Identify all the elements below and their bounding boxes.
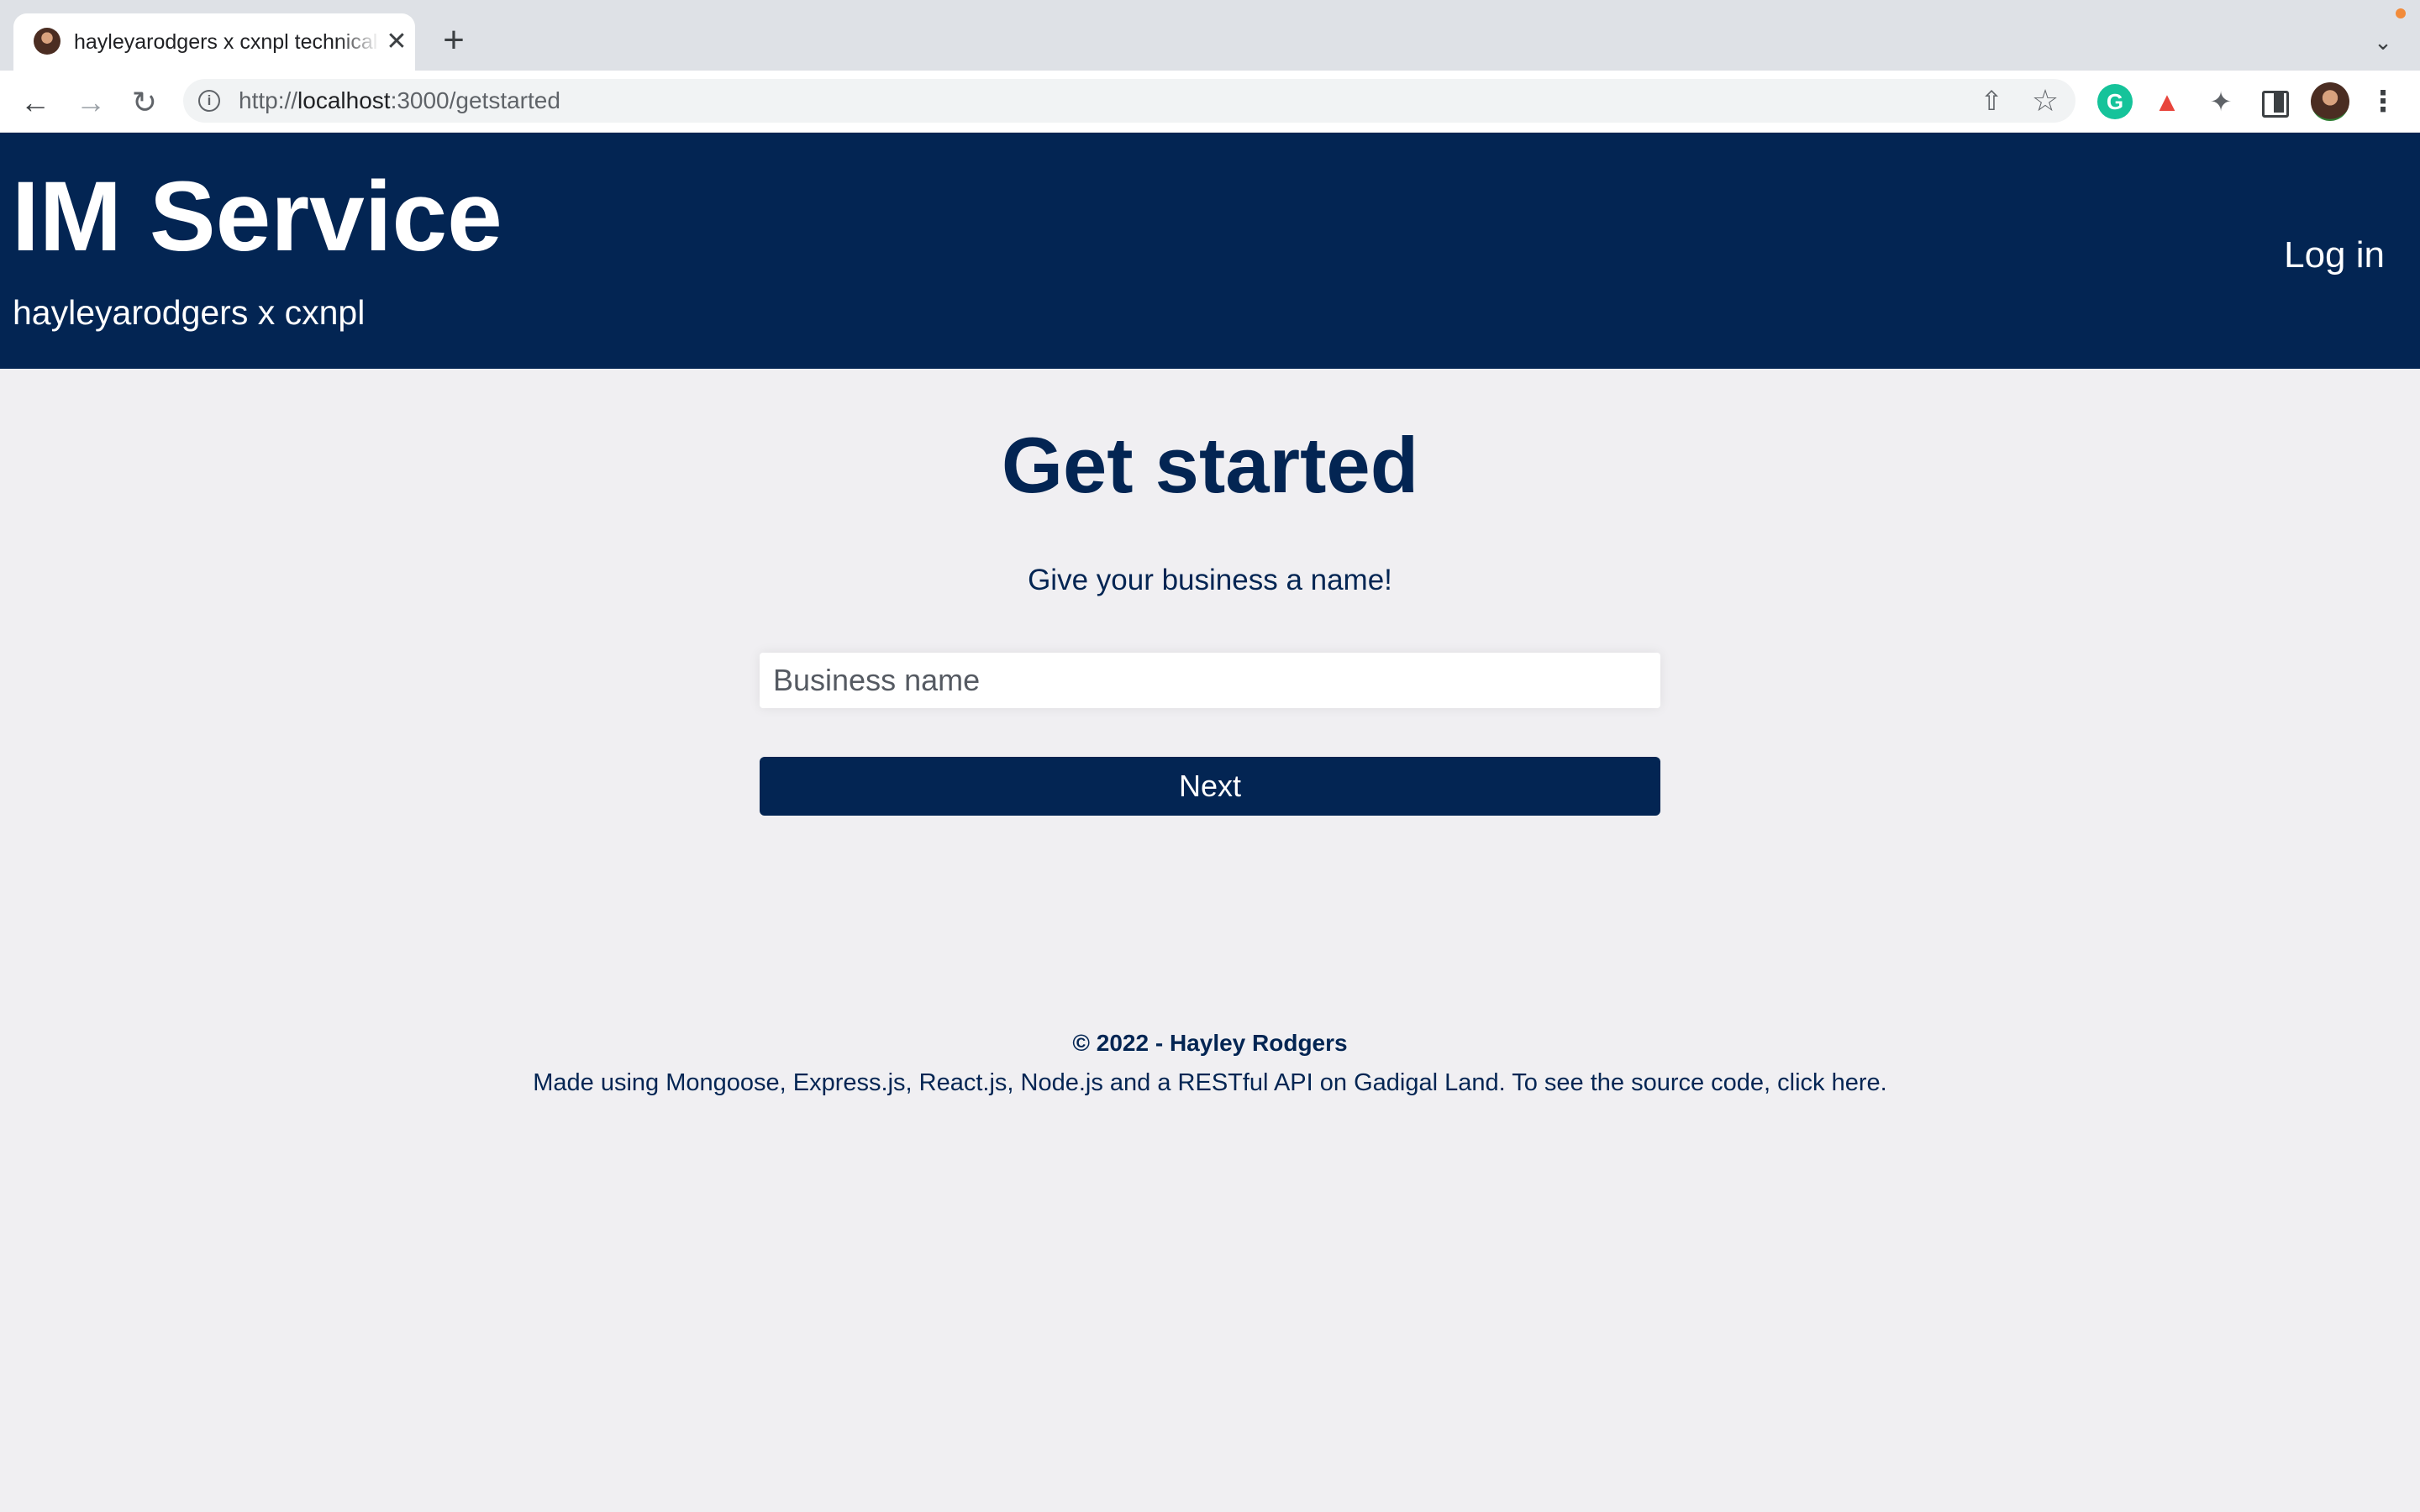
kebab-menu-icon[interactable]: ⋮ bbox=[2368, 84, 2398, 119]
browser-tab[interactable]: hayleyarodgers x cxnpl technical ✕ bbox=[13, 13, 415, 71]
url-scheme: http:// bbox=[239, 87, 298, 113]
url-text[interactable]: http://localhost:3000/getstarted bbox=[239, 79, 560, 123]
close-tab-icon[interactable]: ✕ bbox=[383, 29, 410, 55]
forward-arrow-icon[interactable]: → bbox=[72, 84, 109, 121]
url-host: localhost bbox=[297, 87, 391, 113]
site-header: IM Service hayleyarodgers x cxnpl Log in bbox=[0, 133, 2420, 369]
chevron-down-icon[interactable]: ⌄ bbox=[2366, 25, 2400, 59]
business-name-input[interactable] bbox=[760, 653, 1660, 708]
new-tab-button[interactable]: + bbox=[437, 22, 471, 59]
back-arrow-icon[interactable]: ← bbox=[17, 84, 54, 121]
browser-tabstrip: hayleyarodgers x cxnpl technical ✕ + ⌄ bbox=[0, 0, 2420, 71]
update-indicator bbox=[2396, 8, 2406, 18]
site-title: IM Service bbox=[12, 161, 502, 272]
star-icon[interactable]: ☆ bbox=[2028, 84, 2062, 118]
tab-title: hayleyarodgers x cxnpl technical bbox=[74, 30, 378, 54]
page-title: Get started bbox=[1001, 421, 1419, 509]
info-icon[interactable]: i bbox=[198, 90, 220, 112]
reload-icon[interactable]: ↻ bbox=[126, 84, 163, 121]
side-panel-icon[interactable] bbox=[2257, 84, 2292, 119]
address-bar[interactable]: i http://localhost:3000/getstarted ⇧ ☆ bbox=[183, 79, 2075, 123]
site-subtitle: hayleyarodgers x cxnpl bbox=[13, 293, 366, 332]
profile-avatar[interactable] bbox=[2311, 82, 2349, 121]
url-path: :3000/getstarted bbox=[390, 87, 560, 113]
footer-period: . bbox=[1880, 1069, 1887, 1096]
next-button[interactable]: Next bbox=[760, 757, 1660, 816]
share-icon[interactable]: ⇧ bbox=[1975, 84, 2008, 118]
browser-toolbar: ← → ↻ i http://localhost:3000/getstarted… bbox=[0, 71, 2420, 133]
lighthouse-extension-icon[interactable]: ▲ bbox=[2149, 84, 2185, 119]
favicon-icon bbox=[34, 28, 60, 55]
copyright-text: © 2022 - Hayley Rodgers bbox=[1072, 1030, 1348, 1056]
source-code-link[interactable]: click here bbox=[1777, 1069, 1881, 1096]
tech-stack-description: Made using Mongoose, Express.js, React.j… bbox=[533, 1069, 1778, 1096]
tech-stack-text: Made using Mongoose, Express.js, React.j… bbox=[0, 1062, 2420, 1104]
grammarly-icon[interactable]: G bbox=[2097, 84, 2133, 119]
extensions-puzzle-icon[interactable]: ✦ bbox=[2203, 84, 2238, 119]
login-link[interactable]: Log in bbox=[2284, 232, 2385, 279]
business-name-prompt: Give your business a name! bbox=[1028, 564, 1392, 596]
footer: © 2022 - Hayley Rodgers Made using Mongo… bbox=[0, 1025, 2420, 1104]
